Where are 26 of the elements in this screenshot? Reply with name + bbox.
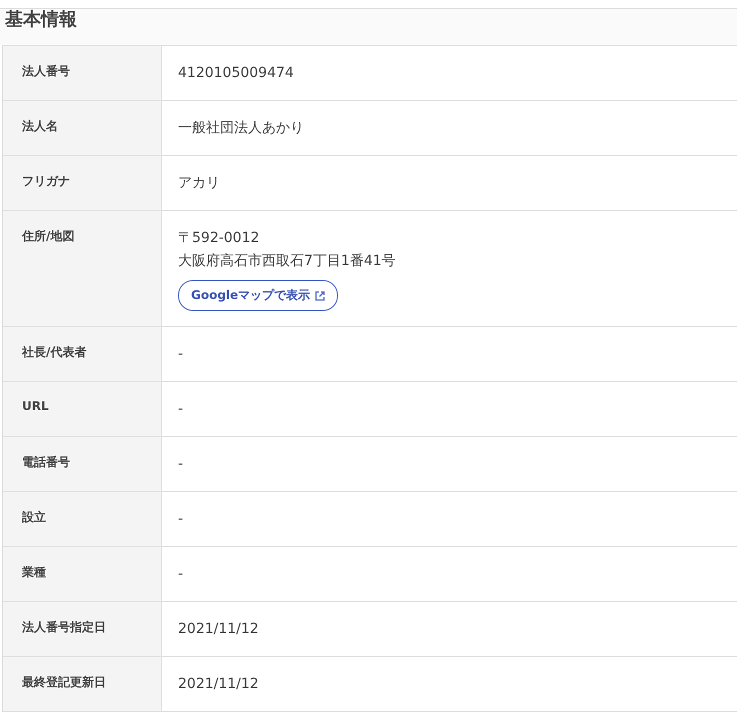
row-label: 業種 [3, 547, 162, 601]
row-label: 設立 [3, 492, 162, 546]
row-value: - [178, 345, 184, 364]
row-value: 4120105009474 [178, 64, 294, 83]
row-label: 最終登記更新日 [3, 657, 162, 711]
section-title: 基本情報 [4, 9, 77, 31]
map-link-button[interactable]: Googleマップで表示 [178, 280, 338, 311]
row-value: 2021/11/12 [178, 675, 259, 694]
row-value: 大阪府高石市西取石7丁目1番41号 [178, 252, 396, 271]
row-value: - [178, 400, 184, 419]
row-label: 社長/代表者 [3, 327, 162, 381]
row-value: - [178, 510, 184, 529]
row-label: 電話番号 [3, 437, 162, 491]
row-value: - [178, 455, 184, 474]
row-label: 法人番号指定日 [3, 602, 162, 656]
row-value: 2021/11/12 [178, 620, 259, 639]
row-label: 法人名 [3, 101, 162, 155]
row-label: フリガナ [3, 156, 162, 210]
row-value: - [178, 565, 184, 584]
row-value: アカリ [178, 174, 220, 193]
row-value: 〒592-0012 [178, 229, 260, 248]
row-value: 一般社団法人あかり [178, 119, 304, 138]
row-label: URL [3, 382, 162, 436]
external-link-icon [315, 290, 326, 300]
row-label: 法人番号 [3, 46, 162, 100]
row-label: 住所/地図 [3, 211, 162, 326]
